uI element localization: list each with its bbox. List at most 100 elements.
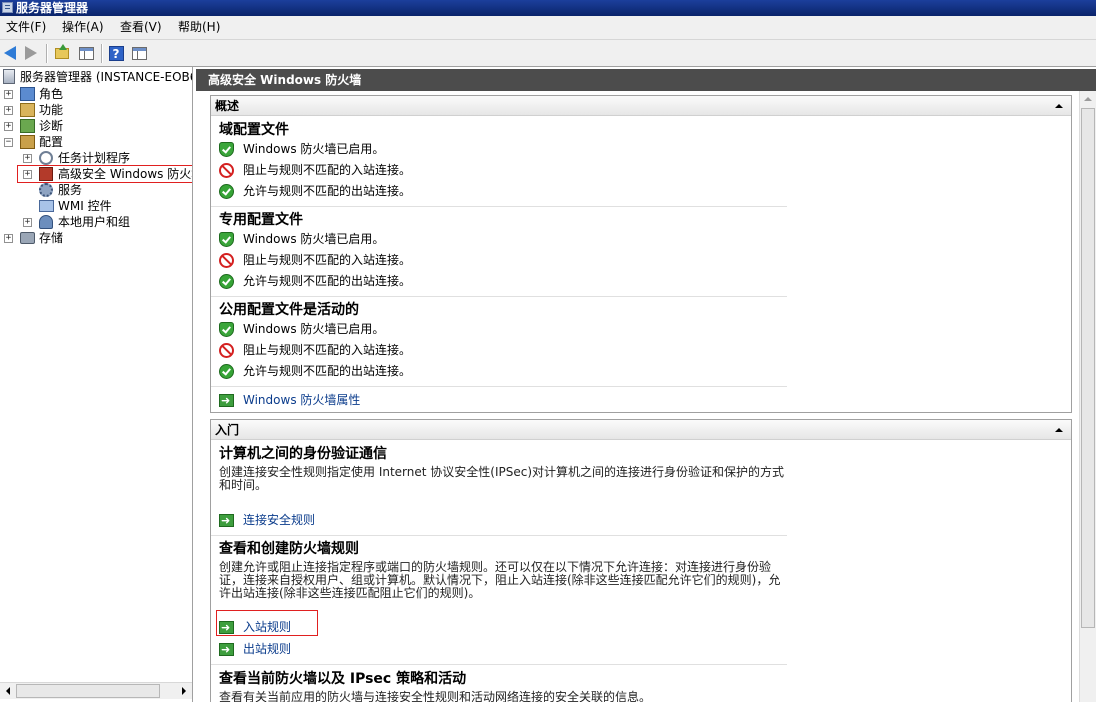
firewall-rules-description: 创建允许或阻止连接指定程序或端口的防火墙规则。还可以仅在以下情况下允许连接：对连… [219,560,781,600]
users-icon [39,215,53,229]
menu-view[interactable]: 查看(V) [118,16,164,39]
panel-title: 入门 [215,423,240,437]
forward-button[interactable] [22,44,40,62]
block-icon [219,343,234,358]
back-button[interactable] [1,44,19,62]
tree-item-features[interactable]: + 功能 [0,102,192,118]
status-text: 允许与规则不匹配的出站连接。 [243,184,412,198]
auth-description: 创建连接安全性规则指定使用 Internet 协议安全性(IPSec)对计算机之… [219,465,785,492]
tree-item-diagnostics[interactable]: + 诊断 [0,118,192,134]
link-text[interactable]: 连接安全规则 [243,512,315,529]
overview-panel: 概述 域配置文件 Windows 防火墙已启用。 阻止与规则不匹配的入站连接。 … [210,95,1072,413]
collapse-up-icon[interactable] [1055,428,1063,432]
scroll-up-button[interactable] [1080,91,1096,107]
expand-toggle[interactable]: + [4,234,13,243]
status-text: Windows 防火墙已启用。 [243,232,385,246]
tree-item-local-users-groups[interactable]: + 本地用户和组 [0,214,192,230]
go-arrow-icon [219,641,234,658]
panel-title: 概述 [215,99,240,113]
public-profile-title: 公用配置文件是活动的 [219,302,359,318]
tree-label: WMI 控件 [58,199,112,213]
firewall-rules-section-title: 查看和创建防火墙规则 [219,541,359,557]
block-icon [219,253,234,268]
arrow-up-icon [1084,97,1092,101]
block-icon [219,163,234,178]
getting-started-panel-header[interactable]: 入门 [211,420,1071,440]
scroll-thumb[interactable] [16,684,160,698]
collapse-up-icon[interactable] [1055,104,1063,108]
help-button[interactable]: ? [107,44,125,62]
status-text: 允许与规则不匹配的出站连接。 [243,364,412,378]
auth-section-title: 计算机之间的身份验证通信 [219,446,387,462]
tree-item-storage[interactable]: + 存储 [0,230,192,246]
shield-check-icon [219,322,234,337]
up-one-level-button[interactable] [53,43,71,62]
link-text[interactable]: 入站规则 [243,619,291,636]
show-hide-action-pane-button[interactable] [130,44,148,62]
private-profile-title: 专用配置文件 [219,212,303,228]
menu-help[interactable]: 帮助(H) [176,16,222,39]
tree-label: 功能 [39,103,64,117]
check-circle-icon [219,364,234,379]
tree-horizontal-scrollbar[interactable] [0,682,192,699]
tree-label: 高级安全 Windows 防火墙 [58,167,193,181]
diagnostics-icon [20,119,35,133]
getting-started-panel: 入门 计算机之间的身份验证通信 创建连接安全性规则指定使用 Internet 协… [210,419,1072,702]
scroll-left-button[interactable] [0,683,16,699]
tree-item-roles[interactable]: + 角色 [0,86,192,102]
divider [211,206,787,207]
content-header: 高级安全 Windows 防火墙 [196,69,1096,91]
tree-item-configuration[interactable]: − 配置 [0,134,192,150]
divider [211,535,787,536]
policy-section-title: 查看当前防火墙以及 IPsec 策略和活动 [219,671,467,687]
link-text[interactable]: Windows 防火墙属性 [243,392,360,409]
toolbar-separator [101,44,102,63]
expand-toggle[interactable]: + [4,106,13,115]
tree-label: 任务计划程序 [58,151,131,165]
tree-label: 存储 [39,231,64,245]
action-pane-icon [131,46,147,60]
expand-toggle[interactable]: + [23,170,32,179]
content-vertical-scrollbar[interactable] [1079,91,1096,702]
tree-item-task-scheduler[interactable]: + 任务计划程序 [0,150,192,166]
arrow-left-icon [6,687,10,695]
expand-toggle[interactable]: + [4,90,13,99]
tree-item-firewall[interactable]: + 高级安全 Windows 防火墙 [0,166,193,182]
expand-toggle[interactable]: + [23,218,32,227]
gear-icon [39,183,53,197]
check-circle-icon [219,184,234,199]
show-hide-tree-button[interactable] [77,44,95,62]
tree-label: 服务 [58,183,83,197]
go-arrow-icon [219,619,234,636]
status-text: Windows 防火墙已启用。 [243,322,385,336]
menu-file[interactable]: 文件(F) [4,16,48,39]
check-circle-icon [219,274,234,289]
tree-item-server-manager[interactable]: 服务器管理器 (INSTANCE-EOB6X [0,69,193,85]
tree-label: 服务器管理器 (INSTANCE-EOB6X [20,70,193,84]
shield-check-icon [219,232,234,247]
status-text: 阻止与规则不匹配的入站连接。 [243,163,412,177]
expand-toggle[interactable]: + [23,154,32,163]
content-title: 高级安全 Windows 防火墙 [208,73,362,87]
storage-icon [20,232,35,244]
tree-item-services[interactable]: 服务 [0,182,192,198]
tree-label: 角色 [39,87,64,101]
console-tree: 服务器管理器 (INSTANCE-EOB6X + 角色 + 功能 + 诊断 − … [0,67,193,702]
overview-panel-header[interactable]: 概述 [211,96,1071,116]
menu-action[interactable]: 操作(A) [60,16,106,39]
back-arrow-icon [4,46,16,60]
wmi-icon [39,200,54,212]
menu-bar: 文件(F) 操作(A) 查看(V) 帮助(H) [0,16,1096,40]
link-text[interactable]: 出站规则 [243,641,291,658]
folder-up-icon [55,43,69,59]
collapse-toggle[interactable]: − [4,138,13,147]
expand-toggle[interactable]: + [4,122,13,131]
scroll-thumb[interactable] [1081,108,1095,628]
tree-item-wmi-control[interactable]: WMI 控件 [0,198,192,214]
roles-icon [20,87,35,101]
go-arrow-icon [219,392,234,409]
status-text: 允许与规则不匹配的出站连接。 [243,274,412,288]
arrow-right-icon [182,687,186,695]
configuration-icon [20,135,35,149]
scroll-right-button[interactable] [176,683,192,699]
